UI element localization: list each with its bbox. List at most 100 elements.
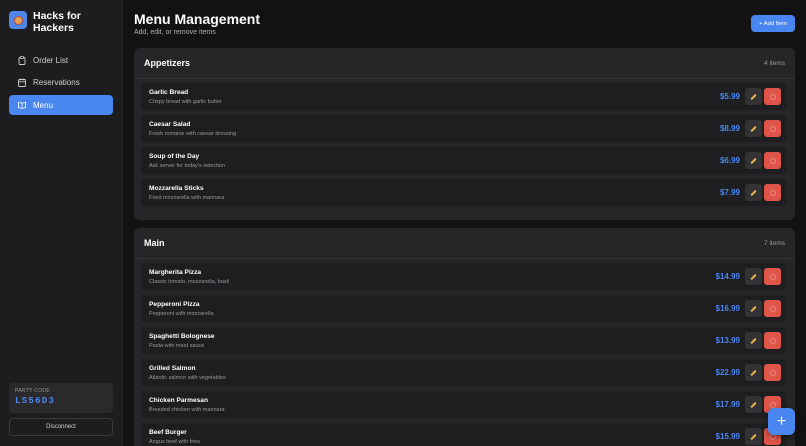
section-title: Main bbox=[144, 238, 165, 248]
clipboard-icon bbox=[18, 55, 26, 65]
party-code-label: PARTY CODE bbox=[15, 388, 50, 394]
delete-button[interactable] bbox=[764, 268, 781, 285]
add-item-button[interactable]: + Add Item bbox=[751, 15, 795, 32]
edit-button[interactable] bbox=[745, 300, 762, 317]
pencil-icon bbox=[750, 125, 757, 132]
section-main: Main 7 items Margherita Pizza Classic to… bbox=[134, 228, 795, 446]
delete-icon bbox=[769, 125, 776, 132]
item-name: Grilled Salmon bbox=[149, 365, 196, 372]
item-price: $15.99 bbox=[715, 432, 740, 441]
item-price: $5.99 bbox=[719, 92, 740, 101]
item-price: $22.99 bbox=[715, 368, 740, 377]
menu-item-row: Chicken Parmesan Breaded chicken with ma… bbox=[141, 391, 786, 418]
delete-button[interactable] bbox=[764, 184, 781, 201]
item-description: Breaded chicken with marinara bbox=[149, 407, 225, 413]
item-price: $16.99 bbox=[715, 304, 740, 313]
delete-icon bbox=[769, 337, 776, 344]
pencil-icon bbox=[750, 273, 757, 280]
delete-button[interactable] bbox=[764, 152, 781, 169]
sidebar: Hacks for Hackers Order List Reservation… bbox=[0, 0, 123, 446]
item-name: Garlic Bread bbox=[149, 89, 189, 96]
item-description: Crispy bread with garlic butter bbox=[149, 99, 222, 105]
delete-button[interactable] bbox=[764, 332, 781, 349]
menu-item-row: Grilled Salmon Atlantic salmon with vege… bbox=[141, 359, 786, 386]
pencil-icon bbox=[750, 157, 757, 164]
menu-item-row: Spaghetti Bolognese Pasta with meat sauc… bbox=[141, 327, 786, 354]
delete-button[interactable] bbox=[764, 120, 781, 137]
pencil-icon bbox=[750, 337, 757, 344]
pencil-icon bbox=[750, 369, 757, 376]
menu-item-row: Pepperoni Pizza Pepperoni with mozzarell… bbox=[141, 295, 786, 322]
page-title: Menu Management bbox=[134, 11, 261, 27]
item-price: $17.99 bbox=[715, 400, 740, 409]
main-content: Menu Management Add, edit, or remove ite… bbox=[123, 0, 806, 446]
sidebar-item-menu[interactable]: Menu bbox=[9, 95, 113, 116]
app-title: Hacks for Hackers bbox=[33, 10, 81, 34]
book-icon bbox=[18, 101, 26, 110]
pencil-icon bbox=[750, 189, 757, 196]
item-description: Atlantic salmon with vegetables bbox=[149, 375, 226, 381]
edit-button[interactable] bbox=[745, 152, 762, 169]
item-description: Fried mozzarella with marinara bbox=[149, 195, 225, 201]
app-logo-icon bbox=[9, 11, 27, 29]
item-price: $7.99 bbox=[719, 188, 740, 197]
edit-button[interactable] bbox=[745, 184, 762, 201]
item-description: Angus beef with fries bbox=[149, 439, 201, 445]
item-description: Pepperoni with mozzarella bbox=[149, 311, 214, 317]
delete-button[interactable] bbox=[764, 364, 781, 381]
delete-button[interactable] bbox=[764, 88, 781, 105]
delete-icon bbox=[769, 273, 776, 280]
brand[interactable]: Hacks for Hackers bbox=[9, 10, 93, 34]
delete-icon bbox=[769, 305, 776, 312]
item-name: Pepperoni Pizza bbox=[149, 301, 200, 308]
item-name: Spaghetti Bolognese bbox=[149, 333, 215, 340]
menu-item-row: Soup of the Day Ask server for today's s… bbox=[141, 147, 786, 174]
pencil-icon bbox=[750, 433, 757, 440]
edit-button[interactable] bbox=[745, 88, 762, 105]
section-title: Appetizers bbox=[144, 58, 191, 68]
delete-icon bbox=[769, 369, 776, 376]
item-name: Chicken Parmesan bbox=[149, 397, 209, 404]
edit-button[interactable] bbox=[745, 364, 762, 381]
sidebar-item-label: Order List bbox=[33, 55, 69, 65]
menu-item-row: Margherita Pizza Classic tomato, mozzare… bbox=[141, 263, 786, 290]
sidebar-item-reservations[interactable]: Reservations bbox=[9, 73, 113, 93]
page-subtitle: Add, edit, or remove items bbox=[134, 29, 216, 36]
sidebar-item-label: Menu bbox=[33, 100, 54, 110]
item-description: Fresh romaine with caesar dressing bbox=[149, 131, 237, 137]
edit-button[interactable] bbox=[745, 120, 762, 137]
section-divider bbox=[134, 78, 795, 79]
menu-item-row: Caesar Salad Fresh romaine with caesar d… bbox=[141, 115, 786, 142]
edit-button[interactable] bbox=[745, 332, 762, 349]
item-description: Pasta with meat sauce bbox=[149, 343, 205, 349]
delete-icon bbox=[769, 401, 776, 408]
item-price: $6.99 bbox=[719, 156, 740, 165]
disconnect-button[interactable]: Disconnect bbox=[9, 418, 113, 436]
section-divider bbox=[134, 258, 795, 259]
section-count: 4 items bbox=[764, 60, 785, 67]
item-name: Beef Burger bbox=[149, 429, 187, 436]
menu-item-row: Garlic Bread Crispy bread with garlic bu… bbox=[141, 83, 786, 110]
item-description: Classic tomato, mozzarella, basil bbox=[149, 279, 230, 285]
delete-button[interactable] bbox=[764, 300, 781, 317]
item-name: Mozzarella Sticks bbox=[149, 185, 204, 192]
menu-item-row: Beef Burger Angus beef with fries $15.99 bbox=[141, 423, 786, 446]
party-code-card: PARTY CODE LS56D3 bbox=[9, 383, 113, 413]
delete-icon bbox=[769, 93, 776, 100]
edit-button[interactable] bbox=[745, 428, 762, 445]
sidebar-nav: Order List Reservations Menu bbox=[9, 50, 113, 118]
item-price: $8.99 bbox=[719, 124, 740, 133]
sidebar-item-label: Reservations bbox=[33, 78, 80, 88]
calendar-icon bbox=[18, 78, 26, 88]
pencil-icon bbox=[750, 401, 757, 408]
pencil-icon bbox=[750, 93, 757, 100]
item-price: $14.99 bbox=[715, 272, 740, 281]
edit-button[interactable] bbox=[745, 396, 762, 413]
item-name: Caesar Salad bbox=[149, 121, 191, 128]
section-count: 7 items bbox=[764, 240, 785, 247]
delete-icon bbox=[769, 157, 776, 164]
party-code-value: LS56D3 bbox=[15, 396, 56, 406]
sidebar-item-order-list[interactable]: Order List bbox=[9, 50, 113, 70]
edit-button[interactable] bbox=[745, 268, 762, 285]
floating-add-button[interactable]: + bbox=[768, 408, 795, 435]
